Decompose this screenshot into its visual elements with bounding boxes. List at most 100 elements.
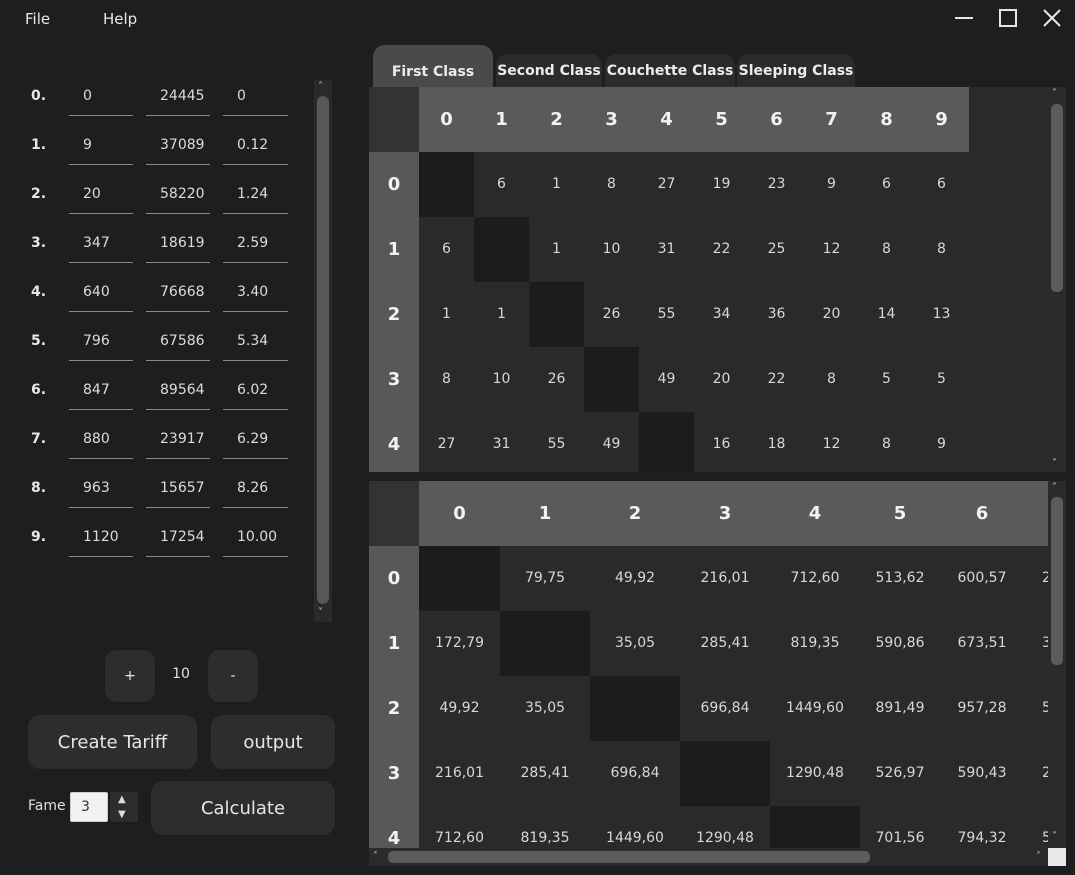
column-header[interactable]: 4 [639,109,694,130]
table-cell[interactable]: 3 [1024,635,1048,651]
table-scroll-down-icon[interactable]: ˅ [1052,459,1057,469]
table-cell[interactable]: 22 [694,241,749,257]
column-header[interactable]: 2 [529,109,584,130]
stop-factor-input[interactable]: 6.02 [223,373,288,410]
stop-km-input[interactable]: 963 [69,471,133,508]
stop-passengers-input[interactable]: 37089 [146,128,210,165]
table-cell[interactable]: 49 [639,371,694,387]
stop-km-input[interactable]: 796 [69,324,133,361]
table-cell[interactable]: 216,01 [419,765,500,781]
table-cell[interactable]: 696,84 [590,765,680,781]
stop-passengers-input[interactable]: 24445 [146,79,210,116]
table-cell[interactable]: 5 [914,371,969,387]
table-cell[interactable]: 285,41 [680,635,770,651]
column-header[interactable]: 3 [680,503,770,524]
column-header[interactable]: 6 [940,503,1024,524]
stop-factor-input[interactable]: 6.29 [223,422,288,459]
table-cell[interactable]: 36 [749,306,804,322]
table-cell[interactable]: 49,92 [419,700,500,716]
price-scroll-down-icon[interactable]: ˅ [1052,832,1057,842]
table-cell[interactable]: 27 [639,176,694,192]
tab-sleeping-class[interactable]: Sleeping Class [737,54,855,88]
table-cell[interactable]: 22 [749,371,804,387]
table-cell[interactable]: 8 [914,241,969,257]
table-cell[interactable]: 31 [639,241,694,257]
table-cell[interactable]: 696,84 [680,700,770,716]
table-cell[interactable]: 216,01 [680,570,770,586]
table-cell[interactable]: 8 [584,176,639,192]
table-cell[interactable]: 2 [1024,765,1048,781]
scroll-left-icon[interactable]: ˂ [373,852,378,862]
scroll-down-icon[interactable]: ˅ [318,608,323,618]
table-cell[interactable]: 1290,48 [680,830,770,846]
stop-km-input[interactable]: 847 [69,373,133,410]
table-cell[interactable]: 35,05 [500,700,590,716]
create-tariff-button[interactable]: Create Tariff [28,715,197,769]
table-cell[interactable]: 19 [694,176,749,192]
table-cell[interactable]: 25 [749,241,804,257]
stop-factor-input[interactable]: 2.59 [223,226,288,263]
column-header[interactable]: 0 [419,503,500,524]
stop-passengers-input[interactable]: 15657 [146,471,210,508]
stop-passengers-input[interactable]: 58220 [146,177,210,214]
column-header[interactable]: 5 [860,503,940,524]
stop-km-input[interactable]: 0 [69,79,133,116]
table-cell[interactable]: 285,41 [500,765,590,781]
table-cell[interactable]: 5 [1024,830,1048,846]
table-cell[interactable]: 590,86 [860,635,940,651]
stop-passengers-input[interactable]: 67586 [146,324,210,361]
column-header[interactable]: 3 [584,109,639,130]
table-cell[interactable]: 79,75 [500,570,590,586]
table-cell[interactable]: 794,32 [940,830,1024,846]
row-header[interactable]: 3 [369,369,419,390]
column-header[interactable]: 8 [859,109,914,130]
table-cell[interactable]: 14 [859,306,914,322]
column-header[interactable]: 4 [770,503,860,524]
stop-km-input[interactable]: 20 [69,177,133,214]
table-cell[interactable]: 891,49 [860,700,940,716]
table-cell[interactable]: 16 [694,436,749,452]
stop-km-input[interactable]: 347 [69,226,133,263]
table-cell[interactable]: 12 [804,241,859,257]
table-cell[interactable]: 20 [804,306,859,322]
decrement-button[interactable]: - [208,650,258,702]
stop-factor-input[interactable]: 1.24 [223,177,288,214]
table-cell[interactable]: 9 [804,176,859,192]
fame-spinbox[interactable]: 3 [70,792,108,822]
tab-second-class[interactable]: Second Class [496,54,602,88]
table-cell[interactable]: 12 [804,436,859,452]
table-cell[interactable]: 1 [474,306,529,322]
table-cell[interactable]: 10 [474,371,529,387]
stop-km-input[interactable]: 640 [69,275,133,312]
table-cell[interactable]: 27 [419,436,474,452]
table-cell[interactable]: 20 [694,371,749,387]
stop-factor-input[interactable]: 10.00 [223,520,288,557]
table-cell[interactable]: 590,43 [940,765,1024,781]
table-cell[interactable]: 2 [1024,570,1048,586]
tab-first-class[interactable]: First Class [373,45,493,88]
row-header[interactable]: 0 [369,174,419,195]
price-table-hscroll-thumb[interactable] [388,851,870,863]
table-cell[interactable]: 819,35 [770,635,860,651]
column-header[interactable]: 9 [914,109,969,130]
table-cell[interactable]: 819,35 [500,830,590,846]
calculate-button[interactable]: Calculate [151,781,335,835]
scroll-up-icon[interactable]: ˄ [318,82,323,92]
table-cell[interactable]: 8 [804,371,859,387]
table-cell[interactable]: 701,56 [860,830,940,846]
menu-file[interactable]: File [25,10,50,28]
stop-km-input[interactable]: 880 [69,422,133,459]
table-cell[interactable]: 1 [419,306,474,322]
column-header[interactable]: 1 [500,503,590,524]
table-cell[interactable]: 26 [529,371,584,387]
table-cell[interactable]: 712,60 [419,830,500,846]
stop-km-input[interactable]: 9 [69,128,133,165]
column-header[interactable]: 5 [694,109,749,130]
stop-passengers-input[interactable]: 17254 [146,520,210,557]
table-cell[interactable]: 1449,60 [590,830,680,846]
table-cell[interactable]: 957,28 [940,700,1024,716]
increment-button[interactable]: + [105,650,155,702]
stop-passengers-input[interactable]: 18619 [146,226,210,263]
table-cell[interactable]: 513,62 [860,570,940,586]
table-cell[interactable]: 31 [474,436,529,452]
